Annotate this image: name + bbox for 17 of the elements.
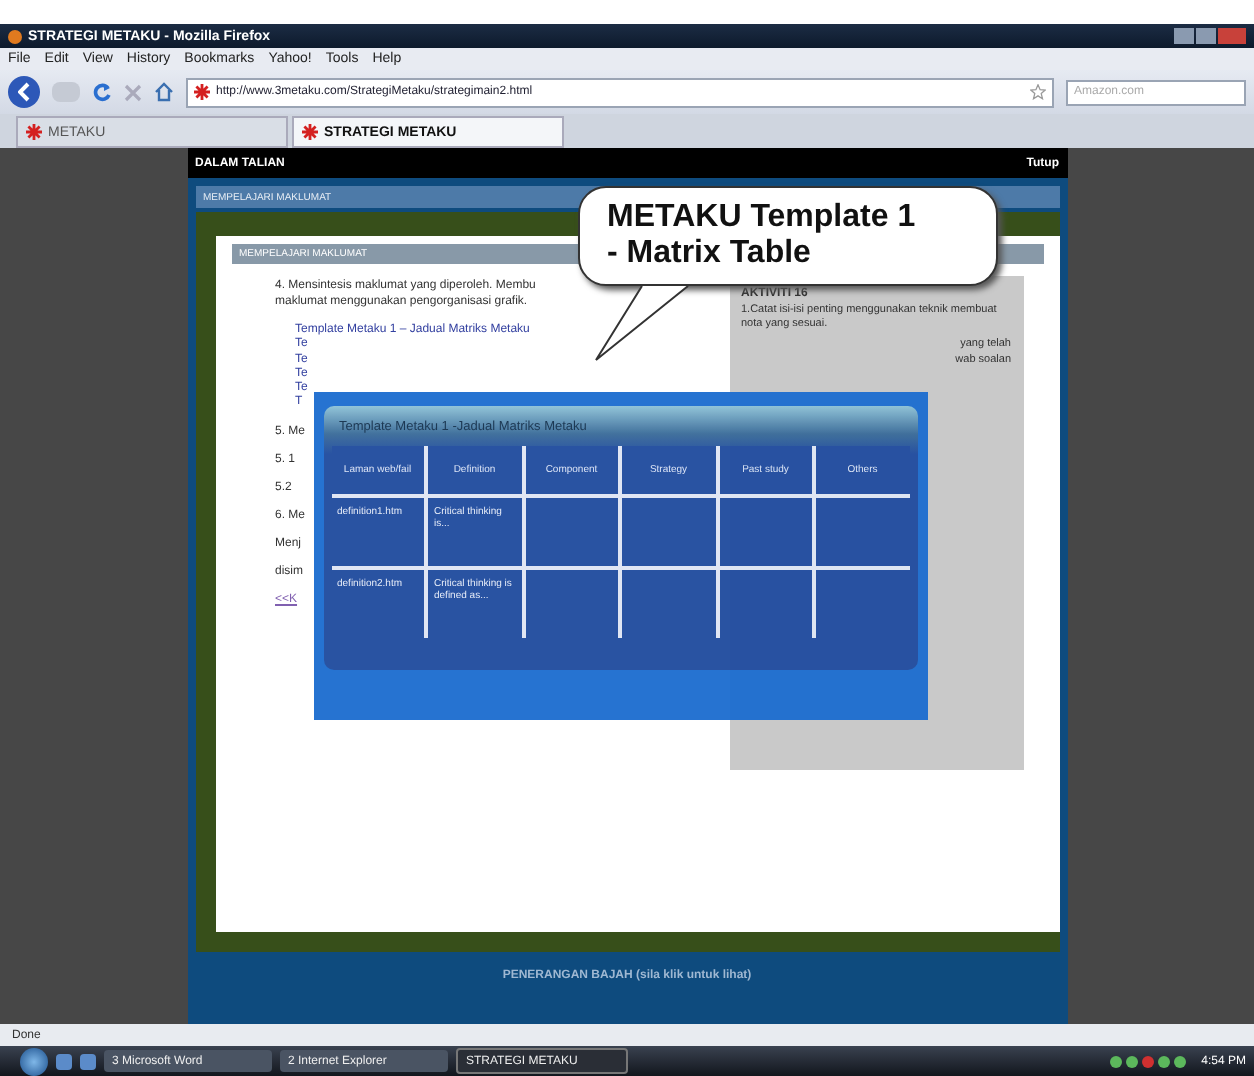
window-controls-icon[interactable] (1174, 28, 1246, 44)
reload-icon[interactable] (92, 82, 112, 102)
back-button[interactable] (8, 76, 40, 108)
table-cell (719, 498, 812, 566)
start-button[interactable] (20, 1047, 48, 1075)
table-cell (525, 498, 618, 566)
table-cell (719, 570, 812, 638)
table-cell (622, 498, 715, 566)
asterisk-icon (194, 84, 210, 100)
bookmark-star-icon[interactable] (1030, 84, 1046, 100)
asterisk-icon (26, 124, 42, 140)
asterisk-icon (302, 124, 318, 140)
table-cell (525, 570, 618, 638)
tray-icons (1109, 1055, 1186, 1067)
table-cell (622, 570, 715, 638)
home-icon[interactable] (154, 82, 174, 102)
table-cell (816, 498, 909, 566)
